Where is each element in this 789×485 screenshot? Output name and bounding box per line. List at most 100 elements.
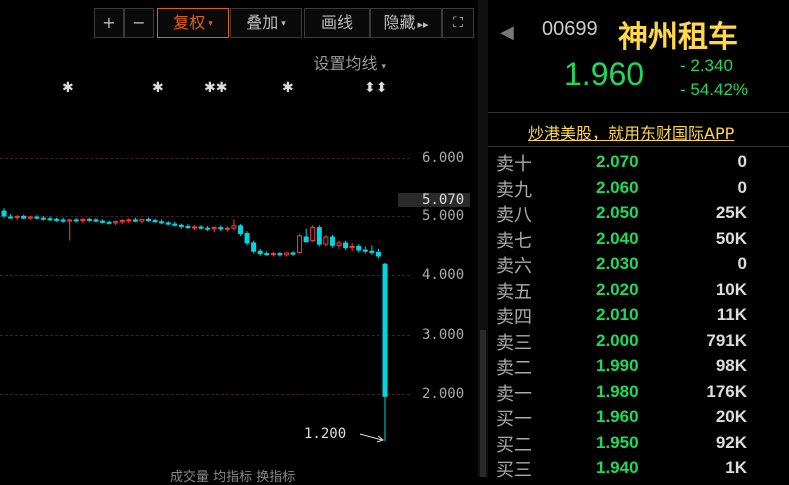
- candlestick-chart[interactable]: [0, 0, 400, 477]
- level-price: 2.000: [596, 330, 639, 350]
- price-tick: 3.000: [422, 327, 465, 343]
- price-tick: 5.000: [422, 208, 465, 224]
- level-volume: 11K: [716, 305, 747, 324]
- candle-body[interactable]: [159, 221, 165, 224]
- candle-body[interactable]: [21, 215, 27, 219]
- level-volume: 20K: [715, 407, 747, 426]
- level-volume: 1K: [725, 458, 747, 477]
- candle-body[interactable]: [290, 252, 296, 255]
- candle-body[interactable]: [362, 249, 368, 252]
- level-price: 2.050: [596, 203, 639, 222]
- ask-row[interactable]: 卖六 2.030 0: [488, 252, 789, 277]
- candle-body[interactable]: [349, 246, 355, 249]
- candle-body[interactable]: [73, 219, 79, 222]
- level-label: 卖三: [496, 332, 532, 354]
- bid-row[interactable]: 买一 1.960 20K: [488, 405, 789, 430]
- candle-body[interactable]: [192, 226, 197, 229]
- candle-body[interactable]: [119, 220, 125, 223]
- bid-row[interactable]: 买二 1.950 92K: [488, 431, 789, 456]
- level-label: 买二: [496, 434, 532, 456]
- current-price-tick: 5.070: [422, 192, 465, 208]
- candle-body[interactable]: [270, 253, 276, 256]
- level-price: 1.960: [596, 407, 639, 426]
- candle-body[interactable]: [132, 219, 138, 222]
- level-label: 卖四: [496, 307, 532, 328]
- candle-body[interactable]: [185, 225, 191, 229]
- level-volume: 10K: [715, 279, 747, 299]
- candle-body[interactable]: [54, 218, 60, 221]
- candle-body[interactable]: [283, 252, 289, 256]
- candle-body[interactable]: [139, 218, 145, 222]
- candle-body[interactable]: [8, 216, 14, 219]
- level-volume: 0: [737, 254, 747, 273]
- candle-body[interactable]: [93, 219, 99, 222]
- candle-body[interactable]: [257, 250, 263, 255]
- candle-body[interactable]: [27, 216, 33, 219]
- level-label: 卖十: [496, 154, 532, 175]
- candle-body[interactable]: [231, 225, 237, 229]
- ask-row[interactable]: 卖一 1.980 176K: [488, 380, 789, 405]
- candle-body[interactable]: [126, 219, 132, 222]
- candle-body[interactable]: [40, 217, 46, 220]
- ask-row[interactable]: 卖二 1.990 98K: [488, 354, 789, 379]
- candle-body[interactable]: [14, 215, 20, 219]
- candle-body[interactable]: [211, 227, 217, 230]
- candle-body[interactable]: [382, 263, 388, 397]
- candle-body[interactable]: [198, 226, 204, 229]
- candle-body[interactable]: [1, 210, 7, 217]
- candle-body[interactable]: [60, 219, 66, 222]
- candle-body[interactable]: [34, 216, 40, 219]
- candle-body[interactable]: [237, 225, 243, 235]
- candle-body[interactable]: [369, 250, 375, 253]
- candle-body[interactable]: [310, 227, 316, 242]
- candle-body[interactable]: [224, 227, 230, 230]
- candle-body[interactable]: [106, 221, 112, 224]
- ask-row[interactable]: 卖七 2.040 50K: [488, 227, 789, 252]
- candle-body[interactable]: [336, 242, 342, 246]
- candle-body[interactable]: [165, 222, 171, 225]
- panel-divider[interactable]: [478, 0, 488, 477]
- last-price: 1.960: [564, 56, 645, 92]
- candle-body[interactable]: [297, 235, 303, 253]
- candle-body[interactable]: [178, 224, 184, 227]
- candle-body[interactable]: [343, 242, 349, 249]
- candle-body[interactable]: [113, 221, 119, 224]
- candle-body[interactable]: [264, 253, 270, 256]
- candle-body[interactable]: [152, 220, 158, 223]
- chart-panel[interactable]: + − 复权 ▾ 叠加 ▾ 画线 隐藏 ▸▸ ⛶ 设置均线 ▾ ✱ ✱ ✱✱ ✱ ⬍⬍ …: [0, 0, 478, 485]
- candle-body[interactable]: [323, 236, 329, 245]
- candle-body[interactable]: [86, 218, 92, 221]
- candle-body[interactable]: [146, 218, 152, 222]
- indicator-tabs[interactable]: 成交量 均指标 换指标: [170, 466, 295, 485]
- divider-grip[interactable]: [480, 330, 486, 477]
- candle-body[interactable]: [329, 236, 335, 246]
- candle-body[interactable]: [172, 223, 178, 226]
- ask-row[interactable]: 卖八 2.050 25K: [488, 201, 789, 226]
- ask-row[interactable]: 卖十 2.070 0: [488, 150, 789, 175]
- candle-body[interactable]: [277, 253, 283, 256]
- double-arrow-icon: ▸▸: [417, 18, 429, 31]
- fullscreen-icon[interactable]: ⛶: [442, 8, 474, 38]
- candle-body[interactable]: [303, 236, 309, 243]
- candle-body[interactable]: [67, 219, 73, 222]
- promo-link[interactable]: 炒港美股，就用东财国际APP: [528, 120, 734, 144]
- candle-body[interactable]: [218, 227, 224, 230]
- ask-row[interactable]: 卖九 2.060 0: [488, 176, 789, 201]
- candle-body[interactable]: [47, 218, 53, 221]
- level-price: 2.040: [596, 228, 639, 248]
- candle-body[interactable]: [251, 242, 257, 252]
- level-price: 2.020: [596, 279, 639, 299]
- candle-body[interactable]: [100, 220, 106, 223]
- candle-body[interactable]: [356, 246, 362, 251]
- candle-body[interactable]: [375, 251, 381, 257]
- candle-body[interactable]: [80, 218, 86, 222]
- bid-row[interactable]: 买三 1.940 1K: [488, 456, 789, 481]
- divider: [488, 146, 789, 147]
- candle-body[interactable]: [316, 227, 322, 245]
- collapse-arrow-icon[interactable]: ◀: [500, 22, 514, 43]
- ask-row[interactable]: 卖四 2.010 11K: [488, 303, 789, 328]
- ask-row[interactable]: 卖五 2.020 10K: [488, 278, 789, 303]
- candle-body[interactable]: [205, 227, 211, 230]
- ask-row[interactable]: 卖三 2.000 791K: [488, 329, 789, 354]
- candle-body[interactable]: [244, 233, 250, 244]
